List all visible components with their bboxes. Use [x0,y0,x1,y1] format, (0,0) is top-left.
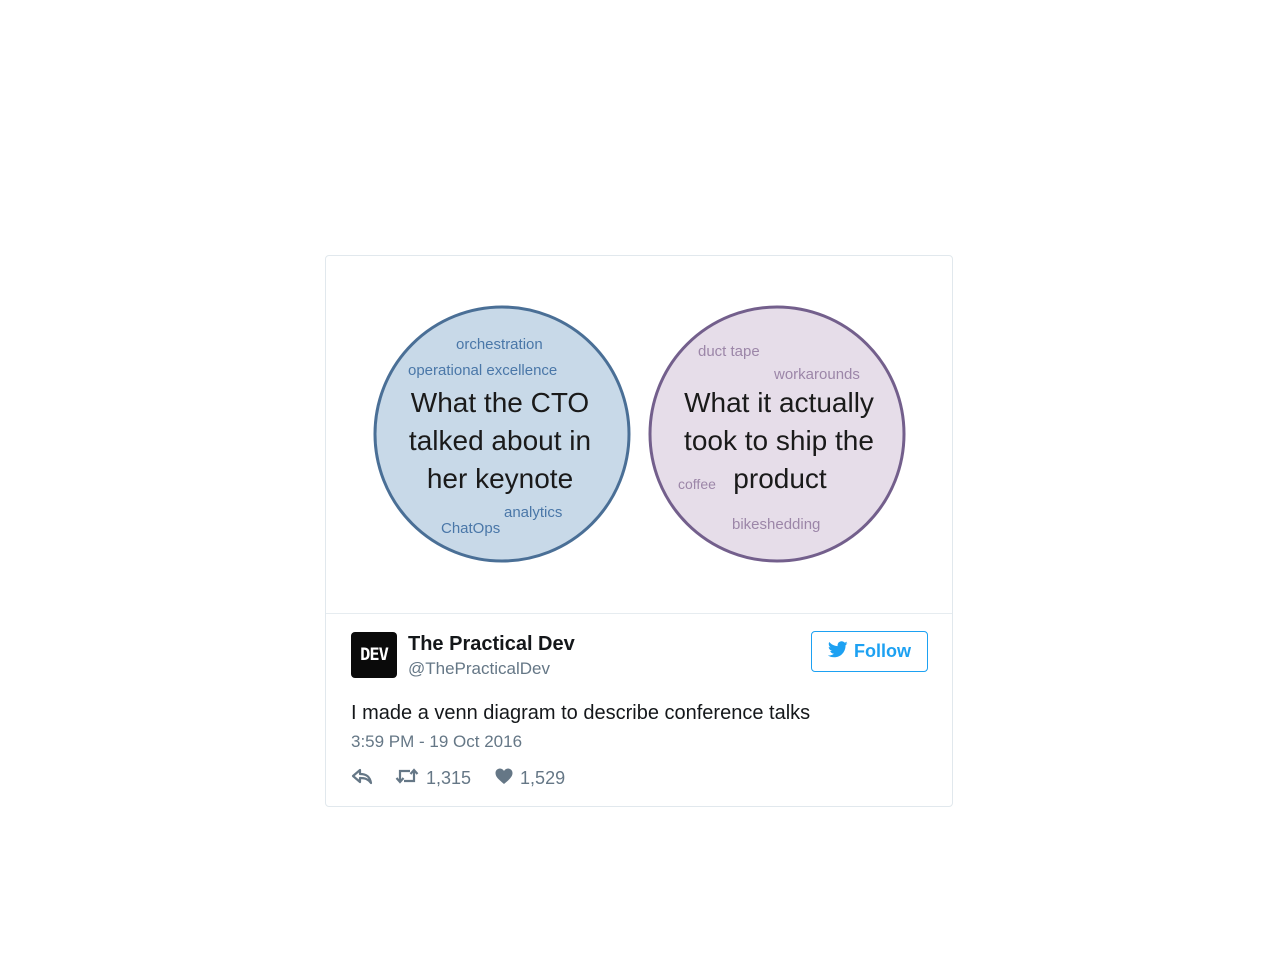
left-word-operational-excellence: operational excellence [408,362,558,379]
reply-icon [351,767,373,790]
left-title-line-3: her keynote [426,463,574,494]
twitter-bird-icon [827,640,848,663]
tweet-actions: 1,315 1,529 [351,767,565,790]
follow-label: Follow [854,641,911,661]
right-word-workarounds: workarounds [774,366,860,383]
right-title-line-2: took to ship the [684,425,874,456]
right-title-line-1: What it actually [684,387,874,418]
retweet-icon [395,767,419,790]
right-word-duct-tape: duct tape [698,343,760,360]
like-count: 1,529 [520,768,566,788]
right-word-coffee: coffee [678,476,716,492]
left-word-analytics: analytics [504,504,563,521]
tweet-text: I made a venn diagram to describe confer… [351,702,811,724]
retweet-count: 1,315 [426,768,472,788]
display-name[interactable]: The Practical Dev [408,633,575,656]
tweet-card: orchestration operational excellence Wha… [325,255,953,807]
follow-button[interactable]: Follow [811,631,928,672]
tweet-image[interactable]: orchestration operational excellence Wha… [326,256,952,614]
user-handle[interactable]: @ThePracticalDev [408,659,550,679]
left-word-orchestration: orchestration [456,336,543,353]
timestamp-link[interactable]: 3:59 PM - 19 Oct 2016 [351,732,522,752]
avatar[interactable]: DEV [351,632,397,678]
left-circle-title: What the CTO talked about in her keynote [384,384,616,498]
like-button[interactable]: 1,529 [495,768,565,790]
right-word-bikeshedding: bikeshedding [732,516,821,533]
retweet-button[interactable]: 1,315 [395,767,471,790]
left-title-line-1: What the CTO [410,387,590,418]
reply-button[interactable] [351,767,373,790]
heart-icon [495,768,513,790]
left-word-chatops: ChatOps [441,520,501,537]
left-title-line-2: talked about in [408,425,592,456]
